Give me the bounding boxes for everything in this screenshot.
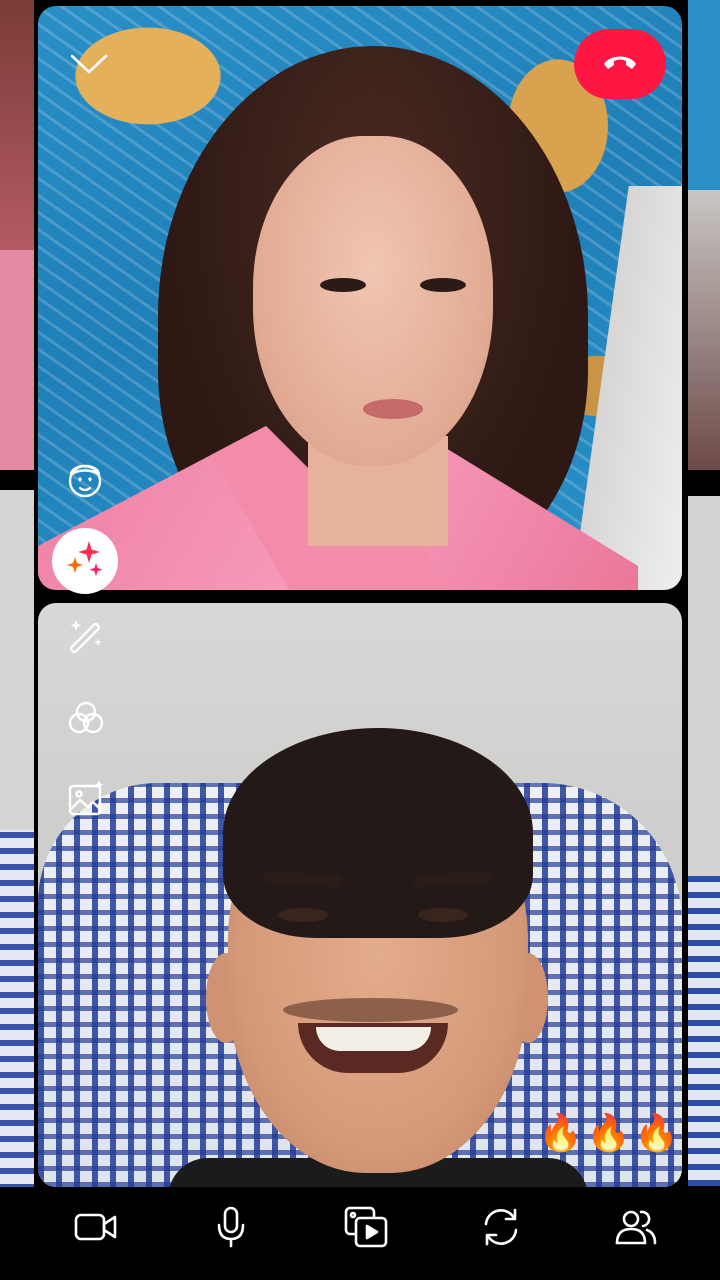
fire-reaction: 🔥 — [538, 1112, 583, 1153]
camera-toggle-button[interactable] — [68, 1205, 124, 1253]
self-video-tile[interactable] — [38, 603, 682, 1187]
participants-button[interactable] — [608, 1205, 664, 1253]
call-controls-toolbar — [0, 1187, 720, 1280]
filters-button[interactable] — [64, 698, 108, 742]
media-share-icon — [344, 1206, 388, 1253]
left-edge-preview — [0, 0, 34, 1280]
sparkles-icon — [63, 537, 107, 586]
avatar-effect-button[interactable] — [60, 456, 110, 506]
chevron-down-icon[interactable] — [68, 46, 110, 82]
touch-up-button[interactable] — [64, 616, 108, 660]
video-camera-icon — [74, 1211, 118, 1248]
media-share-button[interactable] — [338, 1205, 394, 1253]
magic-wand-icon — [66, 616, 106, 661]
fire-reaction: 🔥 — [586, 1112, 631, 1153]
overlapping-circles-icon — [66, 698, 106, 743]
right-edge-preview — [688, 0, 720, 1280]
effects-button[interactable] — [52, 528, 118, 594]
image-sparkle-icon — [66, 778, 106, 823]
people-icon — [614, 1207, 658, 1252]
fire-reaction: 🔥 — [634, 1112, 679, 1153]
flip-camera-button[interactable] — [473, 1205, 529, 1253]
end-call-button[interactable] — [574, 29, 666, 99]
heart-eyes-face-icon — [63, 457, 107, 506]
background-button[interactable] — [64, 778, 108, 822]
microphone-icon — [216, 1206, 246, 1253]
phone-hangup-icon — [600, 50, 640, 79]
remote-video-tile[interactable] — [38, 6, 682, 590]
flip-camera-icon — [480, 1206, 522, 1253]
microphone-toggle-button[interactable] — [203, 1205, 259, 1253]
